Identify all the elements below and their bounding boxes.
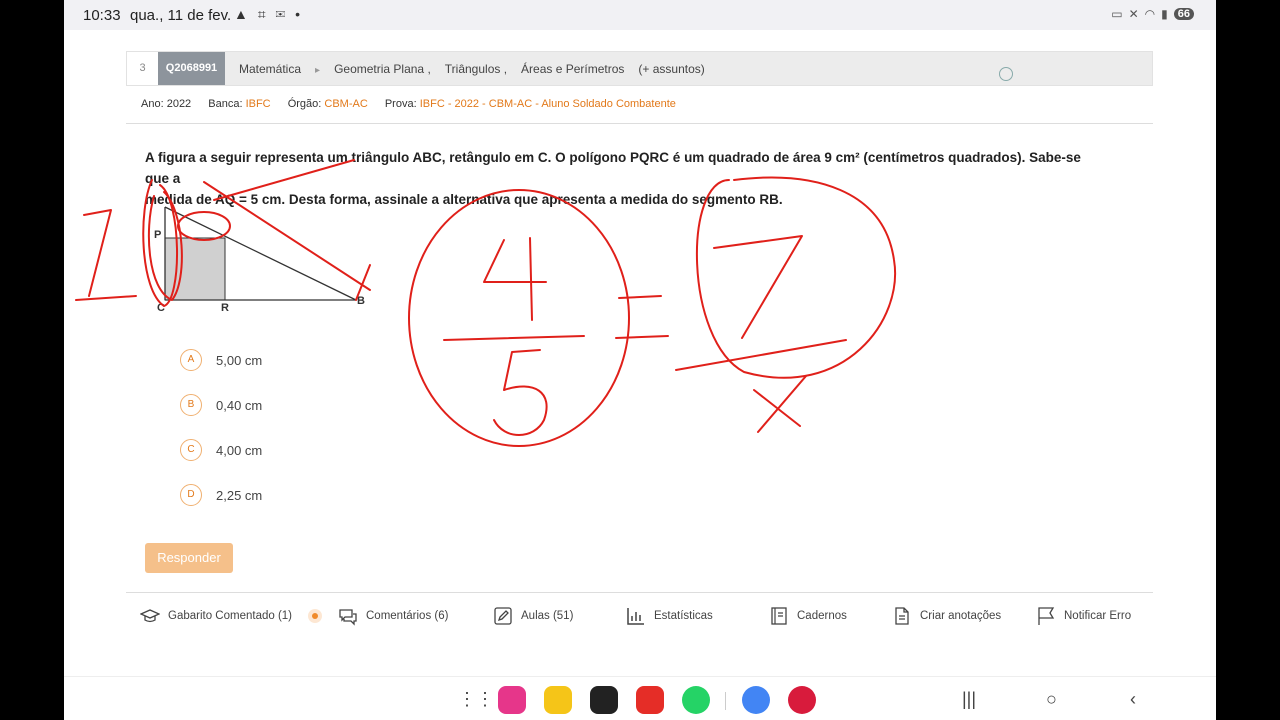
submit-button[interactable]: Responder — [145, 543, 233, 573]
photos-app-icon[interactable] — [498, 686, 526, 714]
graduation-cap-icon — [140, 609, 160, 623]
chrome-app-icon[interactable] — [742, 686, 770, 714]
home-icon[interactable]: ○ — [1046, 689, 1057, 710]
meta-value[interactable]: CBM-AC — [324, 98, 367, 110]
question-text: A figura a seguir representa um triângul… — [145, 147, 1105, 210]
option-letter[interactable]: C — [180, 439, 202, 461]
pencil-icon — [494, 607, 512, 625]
video-app-icon[interactable] — [788, 686, 816, 714]
flag-icon — [1038, 607, 1055, 625]
subject-item[interactable]: Triângulos , — [445, 62, 507, 76]
whatsapp-app-icon[interactable] — [682, 686, 710, 714]
question-number: 3 — [127, 52, 158, 85]
ink-fraction-bar — [443, 335, 585, 341]
ink-five — [493, 349, 548, 436]
ink-x — [753, 375, 807, 433]
notification-icons: ▲ ⌗ ✉ • — [234, 6, 303, 22]
bar-chart-icon — [627, 608, 644, 625]
label-c: C — [157, 302, 165, 314]
option-c[interactable]: C 4,00 cm — [180, 439, 262, 461]
option-a[interactable]: A 5,00 cm — [180, 349, 262, 371]
wifi-icon: ◠ — [1144, 7, 1156, 21]
app-drawer-icon[interactable]: ⋮⋮ — [458, 689, 494, 710]
label-b: B — [357, 295, 365, 307]
option-letter[interactable]: A — [180, 349, 202, 371]
subject-item[interactable]: Matemática — [239, 62, 301, 76]
action-stats[interactable]: Estatísticas — [626, 606, 713, 626]
cast-icon: ▭ — [1111, 7, 1123, 21]
notebook-icon — [771, 607, 787, 625]
question-meta: Ano: 2022 Banca: IBFC Órgão: CBM-AC Prov… — [141, 98, 690, 110]
back-icon[interactable]: ‹ — [1130, 689, 1136, 710]
action-gabarito[interactable]: Gabarito Comentado (1) — [140, 606, 323, 626]
action-label[interactable]: Gabarito Comentado (1) — [168, 610, 292, 622]
youtube-app-icon[interactable] — [636, 686, 664, 714]
option-d[interactable]: D 2,25 cm — [180, 484, 262, 506]
meta-label: Banca: — [208, 98, 243, 110]
divider — [126, 592, 1153, 593]
action-anotacoes[interactable]: Criar anotações — [892, 606, 1001, 626]
chat-icon — [339, 609, 357, 626]
option-text[interactable]: 5,00 cm — [216, 353, 262, 368]
action-cadernos[interactable]: Cadernos — [769, 606, 847, 626]
meta-label: Ano: — [141, 98, 164, 110]
meta-label: Prova: — [384, 98, 417, 110]
option-text[interactable]: 0,40 cm — [216, 398, 262, 413]
action-label[interactable]: Aulas (51) — [521, 610, 573, 622]
ink-stroke — [75, 295, 137, 301]
question-text-line: A figura a seguir representa um triângul… — [145, 150, 1081, 186]
status-circle-icon[interactable] — [999, 67, 1013, 81]
meta-value: 2022 — [166, 98, 192, 110]
ink-seven — [713, 235, 803, 339]
document-icon — [895, 607, 909, 625]
triangle-diagram — [164, 206, 357, 301]
action-label[interactable]: Comentários (6) — [366, 610, 448, 622]
files-app-icon[interactable] — [544, 686, 572, 714]
status-time: 10:33 — [83, 7, 121, 24]
question-actions: Gabarito Comentado (1) Comentários (6) A… — [64, 606, 1216, 626]
dock-divider — [725, 692, 726, 710]
option-text[interactable]: 4,00 cm — [216, 443, 262, 458]
meta-value[interactable]: IBFC - 2022 - CBM-AC - Aluno Soldado Com… — [420, 98, 676, 110]
meta-value[interactable]: IBFC — [246, 98, 271, 110]
more-subjects-link[interactable]: (+ assuntos) — [638, 62, 704, 76]
action-label[interactable]: Criar anotações — [920, 610, 1001, 622]
tablet-screen: 10:33 qua., 11 de fev. ▲ ⌗ ✉ • ▭ ✕ ◠ ▮ 6… — [64, 0, 1216, 720]
android-nav-bar: ⋮⋮ ||| ○ ‹ — [64, 676, 1216, 720]
label-p: P — [154, 229, 162, 241]
option-text[interactable]: 2,25 cm — [216, 488, 262, 503]
subject-breadcrumb: Matemática ▸ Geometria Plana , Triângulos ,… — [239, 62, 705, 76]
action-comments[interactable]: Comentários (6) — [338, 606, 448, 626]
mute-icon: ✕ — [1128, 7, 1139, 21]
divider — [126, 123, 1153, 124]
subject-item[interactable]: Áreas e Perímetros — [521, 62, 624, 76]
ink-fraction-bar — [675, 339, 847, 371]
action-aulas[interactable]: Aulas (51) — [493, 606, 573, 626]
label-r: R — [221, 302, 229, 314]
signal-icon: ▮ — [1161, 7, 1168, 21]
ink-seven-left — [83, 209, 112, 297]
status-date: qua., 11 de fev. — [130, 7, 232, 24]
question-header: 3 Q2068991 Matemática ▸ Geometria Plana ,T… — [126, 51, 1153, 86]
status-bar: 10:33 qua., 11 de fev. ▲ ⌗ ✉ • ▭ ✕ ◠ ▮ 6… — [64, 0, 1216, 30]
meta-label: Órgão: — [287, 98, 322, 110]
recents-icon[interactable]: ||| — [962, 689, 976, 710]
ink-four — [483, 237, 547, 321]
status-right: ▭ ✕ ◠ ▮ 66 — [1111, 7, 1194, 21]
calculator-app-icon[interactable] — [590, 686, 618, 714]
option-letter[interactable]: D — [180, 484, 202, 506]
ink-equals — [615, 295, 669, 339]
question-id[interactable]: Q2068991 — [158, 52, 225, 85]
battery-badge: 66 — [1173, 8, 1194, 20]
action-notificar[interactable]: Notificar Erro — [1036, 606, 1131, 626]
option-letter[interactable]: B — [180, 394, 202, 416]
option-b[interactable]: B 0,40 cm — [180, 394, 262, 416]
subject-item[interactable]: Geometria Plana , — [334, 62, 431, 76]
notification-dot — [308, 609, 323, 623]
action-label[interactable]: Cadernos — [797, 610, 847, 622]
action-label[interactable]: Estatísticas — [654, 610, 713, 622]
triangle-figure: P C R B — [151, 205, 451, 320]
action-label[interactable]: Notificar Erro — [1064, 610, 1131, 622]
square-pqrc — [164, 237, 226, 301]
